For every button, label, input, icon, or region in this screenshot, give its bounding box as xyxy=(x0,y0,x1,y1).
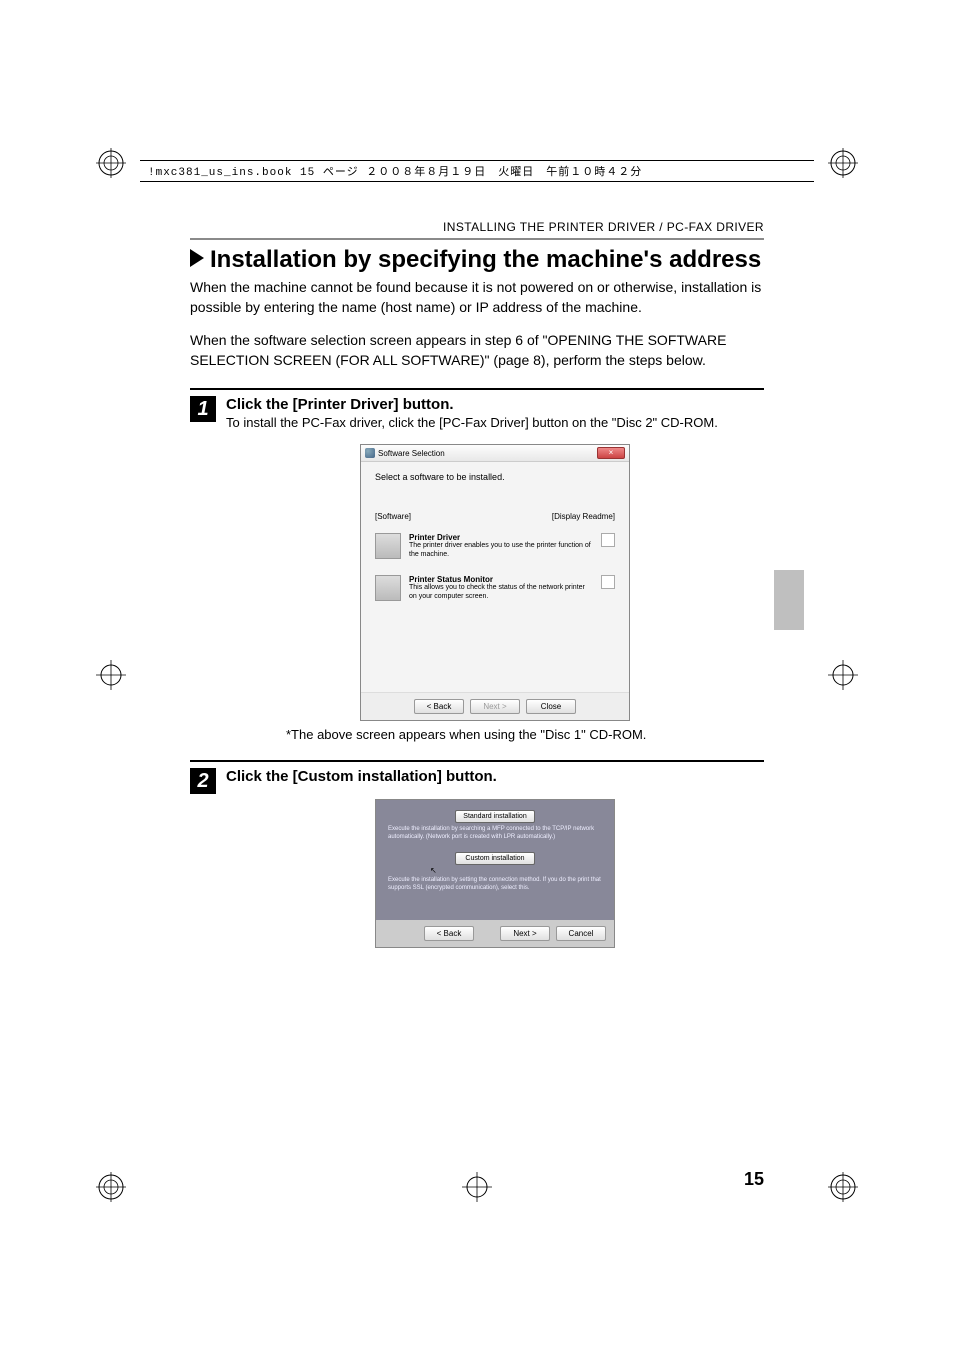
step-1-desc: To install the PC-Fax driver, click the … xyxy=(226,415,764,430)
standard-installation-button[interactable]: Standard installation xyxy=(455,810,535,823)
intro-paragraph-1: When the machine cannot be found because… xyxy=(190,278,764,317)
step-1-title: Click the [Printer Driver] button. xyxy=(226,396,764,413)
side-thumb-tab xyxy=(774,570,804,630)
item-status-monitor[interactable]: Printer Status Monitor This allows you t… xyxy=(375,567,615,609)
label-software: [Software] xyxy=(375,512,411,521)
breadcrumb-divider xyxy=(190,238,764,240)
step-2-divider xyxy=(190,760,764,762)
printer-driver-icon xyxy=(375,533,401,559)
cancel-button[interactable]: Cancel xyxy=(556,926,606,941)
window-icon xyxy=(365,448,375,458)
intro-paragraph-2: When the software selection screen appea… xyxy=(190,331,764,370)
step-2-number: 2 xyxy=(190,768,216,794)
status-monitor-desc: This allows you to check the status of t… xyxy=(409,584,593,601)
registration-mark-left xyxy=(96,660,126,690)
registration-mark-tr xyxy=(828,148,858,178)
breadcrumb: INSTALLING THE PRINTER DRIVER / PC-FAX D… xyxy=(190,220,764,234)
printer-driver-title: Printer Driver xyxy=(409,533,593,542)
back-button-2[interactable]: < Back xyxy=(424,926,474,941)
cursor-icon: ↖ xyxy=(430,866,644,875)
step-2: 2 Click the [Custom installation] button… xyxy=(190,760,764,948)
step-2-title: Click the [Custom installation] button. xyxy=(226,768,764,785)
label-display-readme: [Display Readme] xyxy=(552,512,615,521)
screenshot1-caption: *The above screen appears when using the… xyxy=(286,727,764,742)
header-filename-strip: !mxc381_us_ins.book 15 ページ ２００８年８月１９日 火曜… xyxy=(140,160,814,182)
dialog1-title: Software Selection xyxy=(378,449,445,458)
triangle-bullet-icon xyxy=(190,249,204,267)
registration-mark-bottom xyxy=(462,1172,492,1202)
status-monitor-icon xyxy=(375,575,401,601)
step-1-number: 1 xyxy=(190,396,216,422)
custom-installation-button[interactable]: Custom installation xyxy=(455,852,535,865)
step-1: 1 Click the [Printer Driver] button. To … xyxy=(190,388,764,742)
status-monitor-title: Printer Status Monitor xyxy=(409,575,593,584)
header-filename-text: !mxc381_us_ins.book 15 ページ ２００８年８月１９日 火曜… xyxy=(148,167,642,179)
close-button[interactable]: Close xyxy=(526,699,576,714)
section-heading: Installation by specifying the machine's… xyxy=(190,246,764,274)
step-1-divider xyxy=(190,388,764,390)
section-heading-text: Installation by specifying the machine's… xyxy=(210,246,761,273)
item-printer-driver[interactable]: Printer Driver The printer driver enable… xyxy=(375,525,615,567)
back-button[interactable]: < Back xyxy=(414,699,464,714)
next-button-2[interactable]: Next > xyxy=(500,926,550,941)
readme-icon[interactable] xyxy=(601,575,615,589)
custom-installation-desc: Execute the installation by setting the … xyxy=(388,877,602,893)
close-icon[interactable]: × xyxy=(597,447,625,459)
page-number: 15 xyxy=(744,1169,764,1190)
registration-mark-bl xyxy=(96,1172,126,1202)
screenshot-software-selection: Software Selection × Select a software t… xyxy=(360,444,630,721)
printer-driver-desc: The printer driver enables you to use th… xyxy=(409,542,593,559)
registration-mark-br xyxy=(828,1172,858,1202)
next-button[interactable]: Next > xyxy=(470,699,520,714)
registration-mark-tl xyxy=(96,148,126,178)
registration-mark-right xyxy=(828,660,858,690)
dialog1-prompt: Select a software to be installed. xyxy=(375,472,615,482)
readme-icon[interactable] xyxy=(601,533,615,547)
standard-installation-desc: Execute the installation by searching a … xyxy=(388,826,602,842)
screenshot-installation-type: Standard installation Execute the instal… xyxy=(375,799,615,948)
